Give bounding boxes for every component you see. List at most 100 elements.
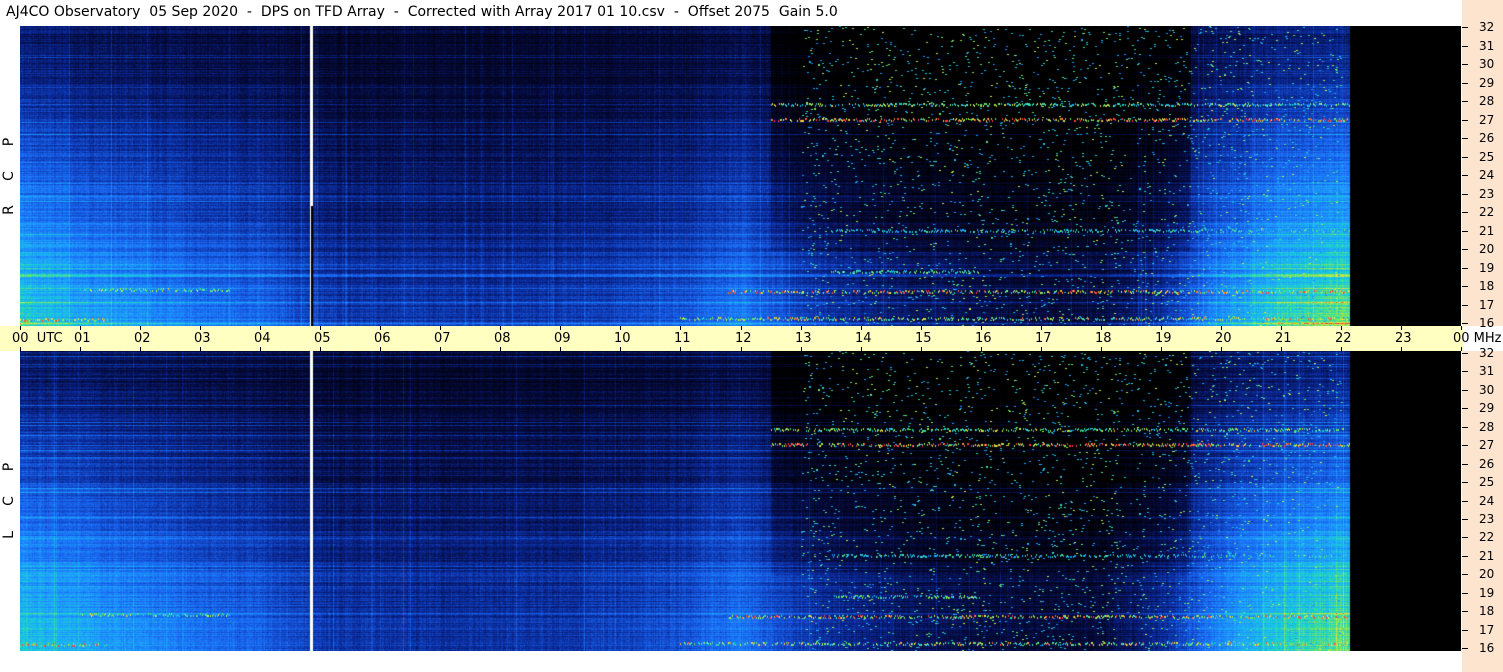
utc-tick-mark xyxy=(200,347,201,351)
utc-tick-mark xyxy=(80,326,81,330)
freq-tick-mark xyxy=(1462,390,1468,391)
utc-tick-label: 14 xyxy=(855,331,872,346)
freq-tick-label: 30 xyxy=(1479,57,1495,71)
freq-tick-label: 31 xyxy=(1479,39,1495,53)
chart-title: AJ4CO Observatory 05 Sep 2020 - DPS on T… xyxy=(6,4,838,20)
freq-tick-label: 29 xyxy=(1479,401,1495,415)
utc-tick-mark xyxy=(440,326,441,330)
utc-tick-mark xyxy=(1401,347,1402,351)
freq-tick-mark xyxy=(1462,212,1468,213)
freq-tick-label: 17 xyxy=(1479,623,1495,637)
utc-tick-mark xyxy=(320,326,321,330)
freq-tick-label: 16 xyxy=(1479,316,1495,330)
utc-tick-mark xyxy=(200,326,201,330)
rcp-spectrogram xyxy=(20,26,1461,326)
freq-tick-label: 17 xyxy=(1479,298,1495,312)
utc-tick-mark xyxy=(741,326,742,330)
freq-tick-label: 19 xyxy=(1479,586,1495,600)
utc-tick-mark xyxy=(921,347,922,351)
freq-tick-label: 20 xyxy=(1479,567,1495,581)
freq-tick-mark xyxy=(1462,27,1468,28)
utc-tick-mark xyxy=(20,326,21,330)
utc-tick-mark xyxy=(320,347,321,351)
utc-tick-label: 22 xyxy=(1335,331,1352,346)
rcp-label: P C R xyxy=(0,125,18,227)
freq-tick-mark xyxy=(1462,519,1468,520)
utc-tick-label: 02 xyxy=(134,331,151,346)
utc-tick-mark xyxy=(861,326,862,330)
freq-tick-mark xyxy=(1462,445,1468,446)
utc-tick-mark xyxy=(440,347,441,351)
utc-tick-label: 21 xyxy=(1275,331,1292,346)
utc-tick-label: 03 xyxy=(194,331,211,346)
freq-tick-mark xyxy=(1462,120,1468,121)
utc-tick-label: 07 xyxy=(434,331,451,346)
freq-tick-mark xyxy=(1462,371,1468,372)
utc-tick-mark xyxy=(560,326,561,330)
freq-tick-label: 18 xyxy=(1479,279,1495,293)
freq-tick-label: 27 xyxy=(1479,438,1495,452)
utc-tick-mark xyxy=(1461,326,1462,330)
utc-tick-mark xyxy=(1101,326,1102,330)
utc-tick-mark xyxy=(801,326,802,330)
utc-tick-mark xyxy=(140,326,141,330)
utc-tick-mark xyxy=(1281,326,1282,330)
freq-tick-mark xyxy=(1462,574,1468,575)
freq-tick-label: 23 xyxy=(1479,512,1495,526)
utc-tick-label: 00 MHz xyxy=(1453,331,1502,346)
freq-tick-mark xyxy=(1462,537,1468,538)
utc-tick-mark xyxy=(380,347,381,351)
freq-tick-mark xyxy=(1462,83,1468,84)
freq-tick-label: 24 xyxy=(1479,168,1495,182)
freq-tick-mark xyxy=(1462,249,1468,250)
utc-tick-mark xyxy=(921,326,922,330)
freq-tick-mark xyxy=(1462,101,1468,102)
freq-tick-mark xyxy=(1462,648,1468,649)
freq-tick-mark xyxy=(1462,157,1468,158)
freq-tick-label: 32 xyxy=(1479,346,1495,360)
utc-tick-mark xyxy=(1341,347,1342,351)
freq-tick-label: 16 xyxy=(1479,641,1495,655)
utc-tick-mark xyxy=(1281,347,1282,351)
utc-tick-mark xyxy=(981,347,982,351)
utc-tick-label: 10 xyxy=(614,331,631,346)
utc-tick-label: 20 xyxy=(1215,331,1232,346)
utc-tick-label: 12 xyxy=(735,331,752,346)
freq-tick-mark xyxy=(1462,593,1468,594)
utc-tick-label: 04 xyxy=(254,331,271,346)
utc-tick-mark xyxy=(680,347,681,351)
freq-tick-mark xyxy=(1462,286,1468,287)
freq-tick-mark xyxy=(1462,482,1468,483)
lcp-spectrogram xyxy=(20,351,1461,651)
freq-tick-mark xyxy=(1462,611,1468,612)
utc-tick-label: 11 xyxy=(674,331,691,346)
utc-tick-mark xyxy=(1221,347,1222,351)
utc-tick-label: 05 xyxy=(314,331,331,346)
freq-tick-label: 27 xyxy=(1479,113,1495,127)
freq-tick-mark xyxy=(1462,231,1468,232)
freq-tick-label: 23 xyxy=(1479,187,1495,201)
utc-tick-mark xyxy=(140,347,141,351)
utc-tick-mark xyxy=(260,326,261,330)
freq-tick-mark xyxy=(1462,353,1468,354)
utc-tick-label: 13 xyxy=(795,331,812,346)
lcp-label: P C L xyxy=(0,450,18,552)
utc-tick-mark xyxy=(680,326,681,330)
freq-tick-label: 28 xyxy=(1479,420,1495,434)
freq-tick-label: 28 xyxy=(1479,94,1495,108)
freq-tick-label: 26 xyxy=(1479,457,1495,471)
freq-tick-label: 21 xyxy=(1479,224,1495,238)
freq-tick-label: 26 xyxy=(1479,131,1495,145)
utc-tick-mark xyxy=(1101,347,1102,351)
utc-tick-mark xyxy=(1461,347,1462,351)
utc-time-axis: 00 UTC 01 02 03 04 05 06 07 08 09 10 11 12 13 14 15 16 17… xyxy=(0,326,1502,351)
utc-tick-label: 23 xyxy=(1395,331,1412,346)
utc-tick-mark xyxy=(20,347,21,351)
freq-tick-mark xyxy=(1462,556,1468,557)
utc-tick-mark xyxy=(380,326,381,330)
utc-tick-mark xyxy=(801,347,802,351)
utc-tick-label: 18 xyxy=(1095,331,1112,346)
utc-tick-label: 01 xyxy=(74,331,91,346)
freq-tick-label: 20 xyxy=(1479,242,1495,256)
freq-tick-mark xyxy=(1462,305,1468,306)
